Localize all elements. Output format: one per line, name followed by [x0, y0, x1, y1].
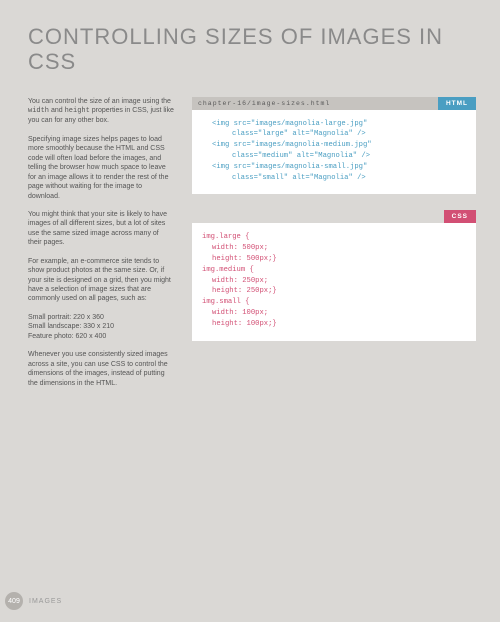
- text: Small landscape: 330 x 210: [28, 323, 114, 330]
- code-header-css: CSS: [192, 210, 476, 223]
- text: Small portrait: 220 x 360: [28, 314, 104, 321]
- code-header-html: chapter-16/image-sizes.html HTML: [192, 97, 476, 110]
- code-line: <img src="images/magnolia-small.jpg": [202, 162, 466, 173]
- page-number-badge: 409: [5, 592, 23, 610]
- page-title: CONTROLLING SIZES OF IMAGES IN CSS: [28, 24, 476, 75]
- css-code-box: img.large { width: 500px; height: 500px;…: [192, 223, 476, 340]
- paragraph: You can control the size of an image usi…: [28, 97, 174, 126]
- code-line: width: 500px;: [202, 243, 466, 254]
- code-line: height: 250px;}: [202, 286, 466, 297]
- code-line: width: 250px;: [202, 276, 466, 287]
- code-inline: width: [28, 107, 49, 115]
- text: You can control the size of an image usi…: [28, 98, 171, 105]
- code-line: class="medium" alt="Magnolia" />: [202, 151, 466, 162]
- body-text-column: You can control the size of an image usi…: [28, 97, 174, 397]
- code-line: class="small" alt="Magnolia" />: [202, 173, 466, 184]
- paragraph: You might think that your site is likely…: [28, 210, 174, 248]
- code-line: img.small {: [202, 297, 466, 308]
- lang-tag-html: HTML: [438, 97, 476, 110]
- code-line: height: 500px;}: [202, 254, 466, 265]
- code-line: <img src="images/magnolia-large.jpg": [202, 119, 466, 130]
- code-line: width: 100px;: [202, 308, 466, 319]
- code-line: <img src="images/magnolia-medium.jpg": [202, 140, 466, 151]
- lang-tag-css: CSS: [444, 210, 476, 223]
- code-line: height: 100px;}: [202, 319, 466, 330]
- text: Feature photo: 620 x 400: [28, 333, 106, 340]
- paragraph: Specifying image sizes helps pages to lo…: [28, 135, 174, 201]
- code-inline: height: [65, 107, 90, 115]
- code-line: img.medium {: [202, 265, 466, 276]
- file-path-empty: [192, 210, 444, 223]
- text: and: [49, 107, 65, 114]
- page-footer: 409 IMAGES: [5, 592, 62, 610]
- code-column: chapter-16/image-sizes.html HTML <img sr…: [192, 97, 476, 397]
- code-line: class="large" alt="Magnolia" />: [202, 129, 466, 140]
- content-columns: You can control the size of an image usi…: [28, 97, 476, 397]
- paragraph: Small portrait: 220 x 360 Small landscap…: [28, 313, 174, 341]
- html-code-box: <img src="images/magnolia-large.jpg" cla…: [192, 110, 476, 195]
- file-path: chapter-16/image-sizes.html: [192, 97, 438, 110]
- code-line: img.large {: [202, 232, 466, 243]
- section-label: IMAGES: [29, 598, 62, 605]
- paragraph: For example, an e-commerce site tends to…: [28, 257, 174, 304]
- paragraph: Whenever you use consistently sized imag…: [28, 350, 174, 388]
